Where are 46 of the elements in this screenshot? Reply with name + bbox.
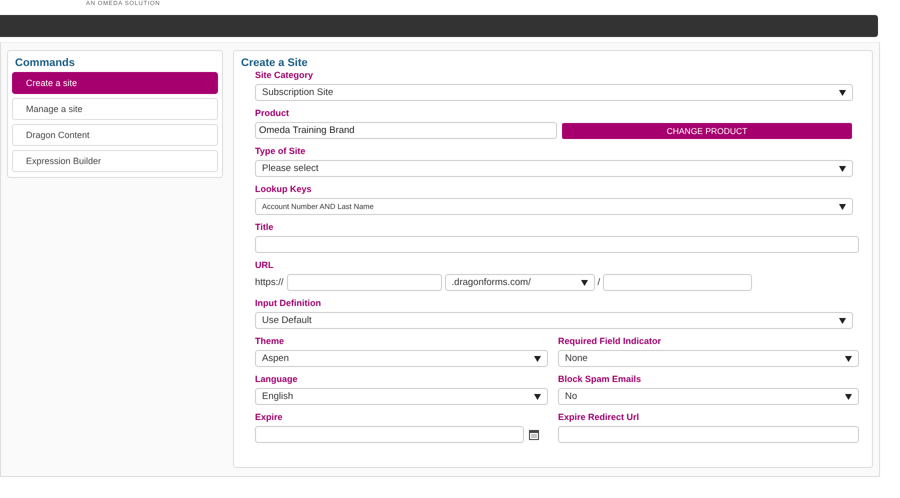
calendar-icon[interactable] [529, 430, 539, 440]
input-field[interactable]: Omeda Training Brand [255, 122, 557, 139]
select-field[interactable]: None [558, 350, 859, 367]
caret-icon [839, 318, 846, 324]
caret-icon [534, 394, 541, 400]
field-label: Theme [255, 335, 286, 347]
select-field[interactable]: No [558, 388, 859, 405]
field-label: Product [255, 107, 290, 119]
field-label: Required Field Indicator [558, 335, 662, 347]
sidebar-item[interactable]: Create a site [12, 72, 218, 94]
form-title: Create a Site [241, 56, 309, 69]
change-product-button[interactable]: CHANGE PRODUCT [562, 122, 852, 138]
input-field[interactable] [286, 274, 442, 291]
caret-icon [534, 356, 541, 362]
sidebar-item[interactable]: Expression Builder [12, 150, 218, 172]
caret-icon [845, 394, 852, 400]
caret-icon [839, 204, 846, 210]
field-label: Site Category [255, 69, 314, 81]
field-label: Title [255, 221, 274, 233]
sidebar-item[interactable]: Manage a site [12, 98, 218, 120]
field-label: Expire [255, 411, 284, 423]
select-field[interactable]: Aspen [255, 350, 548, 367]
field-label: URL [255, 259, 274, 271]
sidebar-item[interactable]: Dragon Content [12, 124, 218, 146]
input-field[interactable] [558, 426, 859, 443]
select-field[interactable]: .dragonforms.com/ [444, 274, 595, 291]
field-label: Type of Site [255, 145, 306, 157]
field-label: Language [255, 373, 299, 385]
field-label: Input Definition [255, 297, 322, 309]
field-label: Expire Redirect Url [558, 411, 640, 423]
input-field[interactable] [255, 426, 524, 443]
input-field[interactable] [603, 274, 752, 291]
caret-icon [839, 166, 846, 172]
url-prefix: https:// [255, 277, 284, 288]
url-separator: / [598, 277, 600, 288]
input-field[interactable] [255, 236, 859, 253]
field-label: Block Spam Emails [558, 373, 642, 385]
caret-icon [580, 280, 588, 286]
select-field[interactable]: Use Default [255, 312, 853, 329]
select-field[interactable]: Subscription Site [255, 84, 853, 101]
caret-icon [839, 90, 846, 96]
caret-icon [845, 356, 852, 362]
select-field[interactable]: Please select [255, 160, 853, 177]
select-field[interactable]: English [255, 388, 548, 405]
field-label: Lookup Keys [255, 183, 313, 195]
panel-title: Commands [14, 56, 76, 71]
